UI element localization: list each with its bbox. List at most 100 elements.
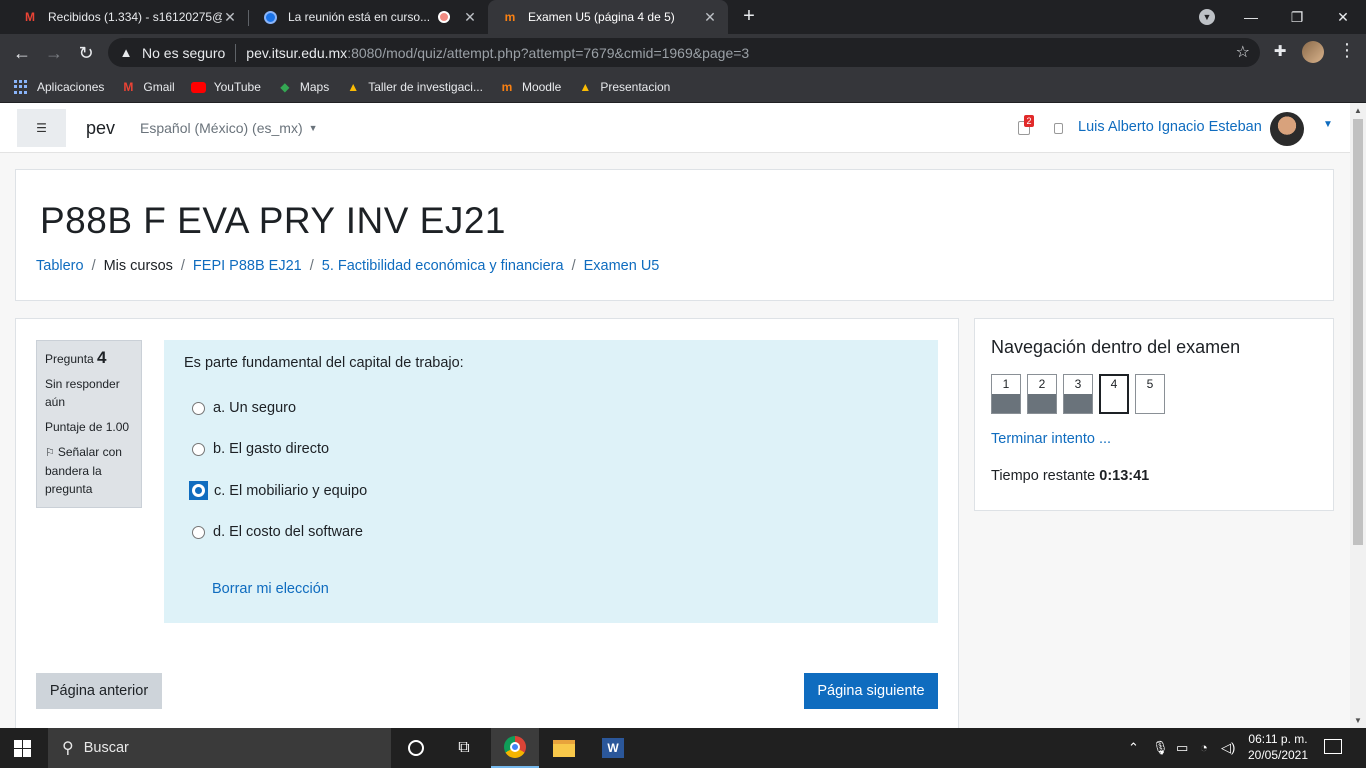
flag-question-link[interactable]: ⚐ Señalar con bandera la pregunta — [45, 443, 133, 498]
close-icon[interactable]: ✕ — [702, 9, 718, 26]
answer-option-d[interactable]: d. El costo del software — [192, 524, 363, 540]
radio-a[interactable] — [192, 401, 205, 415]
notification-center-icon[interactable] — [1324, 739, 1342, 754]
finish-attempt-link[interactable]: Terminar intento ... — [991, 431, 1111, 447]
close-icon[interactable]: ✕ — [462, 9, 478, 26]
tray-chevron-up-icon[interactable]: ⌃ — [1128, 740, 1139, 756]
answer-option-c[interactable]: c. El mobiliario y equipo — [189, 481, 367, 500]
tab-meet[interactable]: La reunión está en curso... ✕ — [248, 0, 488, 34]
caret-down-icon[interactable]: ▼ — [1323, 119, 1333, 130]
bookmark-label: YouTube — [213, 80, 261, 94]
radio-b[interactable] — [192, 442, 205, 456]
breadcrumb-course[interactable]: FEPI P88B EJ21 — [193, 258, 302, 274]
youtube-icon — [191, 79, 207, 95]
close-icon[interactable]: ✕ — [222, 9, 238, 26]
bookmark-star-icon[interactable]: ☆ — [1236, 42, 1250, 62]
reload-button[interactable]: ↻ — [74, 41, 98, 65]
quiz-nav-page-1[interactable]: 1 — [991, 374, 1021, 414]
tab-title: La reunión está en curso... — [288, 10, 431, 24]
bookmark-label: Gmail — [143, 80, 175, 94]
quiz-nav-number: 3 — [1074, 377, 1082, 391]
quiz-nav-page-4[interactable]: 4 — [1099, 374, 1129, 414]
battery-icon[interactable]: ▭ — [1176, 740, 1188, 756]
option-label: d. El costo del software — [213, 524, 363, 540]
clock-date: 20/05/2021 — [1247, 748, 1309, 762]
answered-fill — [992, 394, 1020, 413]
user-menu-name[interactable]: Luis Alberto Ignacio Esteban — [1078, 119, 1262, 135]
bookmark-presentacion[interactable]: ▲ Presentacion — [577, 79, 670, 95]
address-bar[interactable]: ▲ No es seguro pev.itsur.edu.mx :8080/mo… — [108, 38, 1260, 67]
volume-icon[interactable]: ◁) — [1221, 740, 1235, 756]
user-avatar[interactable] — [1270, 112, 1304, 146]
messages-icon[interactable] — [1054, 123, 1063, 134]
language-menu[interactable]: Español (México) (es_mx) ▼ — [140, 120, 318, 136]
bookmark-maps[interactable]: ◆ Maps — [277, 79, 329, 95]
security-status[interactable]: No es seguro — [142, 45, 225, 61]
close-window-button[interactable]: ✕ — [1320, 0, 1366, 34]
quiz-nav-number: 4 — [1110, 377, 1118, 391]
page-scrollbar[interactable]: ▲ ▼ — [1350, 103, 1366, 728]
bookmark-gmail[interactable]: M Gmail — [120, 79, 174, 95]
next-page-button[interactable]: Página siguiente — [804, 673, 938, 709]
new-tab-button[interactable]: + — [738, 6, 760, 28]
url-path: :8080/mod/quiz/attempt.php?attempt=7679&… — [347, 44, 750, 61]
drawer-toggle-button[interactable]: ☰ — [17, 109, 66, 147]
browser-menu-icon[interactable]: ⋮ — [1338, 40, 1356, 61]
quiz-nav-page-2[interactable]: 2 — [1027, 374, 1057, 414]
breadcrumb-separator: / — [180, 258, 185, 274]
scroll-down-icon[interactable]: ▼ — [1354, 716, 1362, 725]
bookmark-moodle[interactable]: m Moodle — [499, 79, 562, 95]
taskbar-clock[interactable]: 06:11 p. m. 20/05/2021 — [1236, 731, 1320, 763]
taskbar-search[interactable]: ⚲ Buscar — [48, 728, 391, 768]
tab-examen[interactable]: m Examen U5 (página 4 de 5) ✕ — [488, 0, 728, 34]
menu-icon: ☰ — [36, 121, 47, 135]
browser-profile-avatar[interactable] — [1302, 41, 1324, 63]
warning-icon[interactable]: ▲ — [118, 45, 134, 61]
quiz-nav-page-3[interactable]: 3 — [1063, 374, 1093, 414]
back-button[interactable]: ← — [10, 41, 34, 65]
breadcrumb-quiz[interactable]: Examen U5 — [584, 258, 660, 274]
tab-search-icon[interactable]: ▼ — [1199, 9, 1215, 25]
search-icon: ⚲ — [62, 740, 74, 757]
restore-button[interactable]: ❐ — [1274, 0, 1320, 34]
extensions-puzzle-icon[interactable]: ✚ — [1270, 42, 1290, 62]
bookmark-youtube[interactable]: YouTube — [191, 79, 261, 95]
windows-start-icon[interactable] — [14, 740, 31, 757]
forward-button[interactable]: → — [42, 41, 66, 65]
question-text: Es parte fundamental del capital de trab… — [184, 355, 464, 371]
breadcrumb-tablero[interactable]: Tablero — [36, 258, 84, 274]
previous-page-button[interactable]: Página anterior — [36, 673, 162, 709]
recording-icon — [436, 9, 452, 25]
radio-c[interactable] — [192, 484, 205, 497]
quiz-nav-title: Navegación dentro del examen — [991, 337, 1241, 357]
taskbar-file-explorer[interactable] — [540, 728, 588, 768]
radio-d[interactable] — [192, 525, 205, 539]
answer-option-a[interactable]: a. Un seguro — [192, 400, 296, 416]
answer-option-b[interactable]: b. El gasto directo — [192, 441, 329, 457]
quiz-nav-page-5[interactable]: 5 — [1135, 374, 1165, 414]
cortana-icon[interactable] — [392, 728, 440, 768]
flag-icon: ⚐ — [45, 447, 55, 459]
language-label: Español (México) (es_mx) — [140, 120, 303, 136]
radio-c-focus-ring[interactable] — [189, 481, 208, 500]
quiz-navigation-block: Navegación dentro del examen 1 2 3 4 5 T… — [974, 318, 1334, 511]
task-view-icon[interactable]: ⧉ — [440, 728, 488, 768]
taskbar-word[interactable]: W — [589, 728, 637, 768]
moodle-icon: m — [501, 80, 513, 94]
minimize-button[interactable]: — — [1228, 0, 1274, 34]
clear-choice-link[interactable]: Borrar mi elección — [212, 581, 329, 597]
scrollbar-thumb[interactable] — [1353, 119, 1363, 545]
bookmark-taller[interactable]: ▲ Taller de investigaci... — [345, 79, 483, 95]
scroll-up-icon[interactable]: ▲ — [1354, 106, 1362, 115]
breadcrumb-section[interactable]: 5. Factibilidad económica y financiera — [322, 258, 564, 274]
network-icon[interactable]: ◔ — [1200, 740, 1208, 755]
tab-gmail[interactable]: M Recibidos (1.334) - s16120275@a ✕ — [8, 0, 248, 34]
site-name[interactable]: pev — [86, 118, 115, 139]
page-title: P88B F EVA PRY INV EJ21 — [40, 200, 507, 241]
bookmark-label: Presentacion — [600, 80, 671, 94]
url-host: pev.itsur.edu.mx — [246, 44, 348, 61]
microphone-icon[interactable]: 🎙 — [1152, 740, 1169, 756]
question-label: Pregunta — [45, 352, 94, 366]
bookmark-aplicaciones[interactable]: Aplicaciones — [14, 80, 104, 94]
taskbar-chrome[interactable] — [491, 728, 539, 768]
